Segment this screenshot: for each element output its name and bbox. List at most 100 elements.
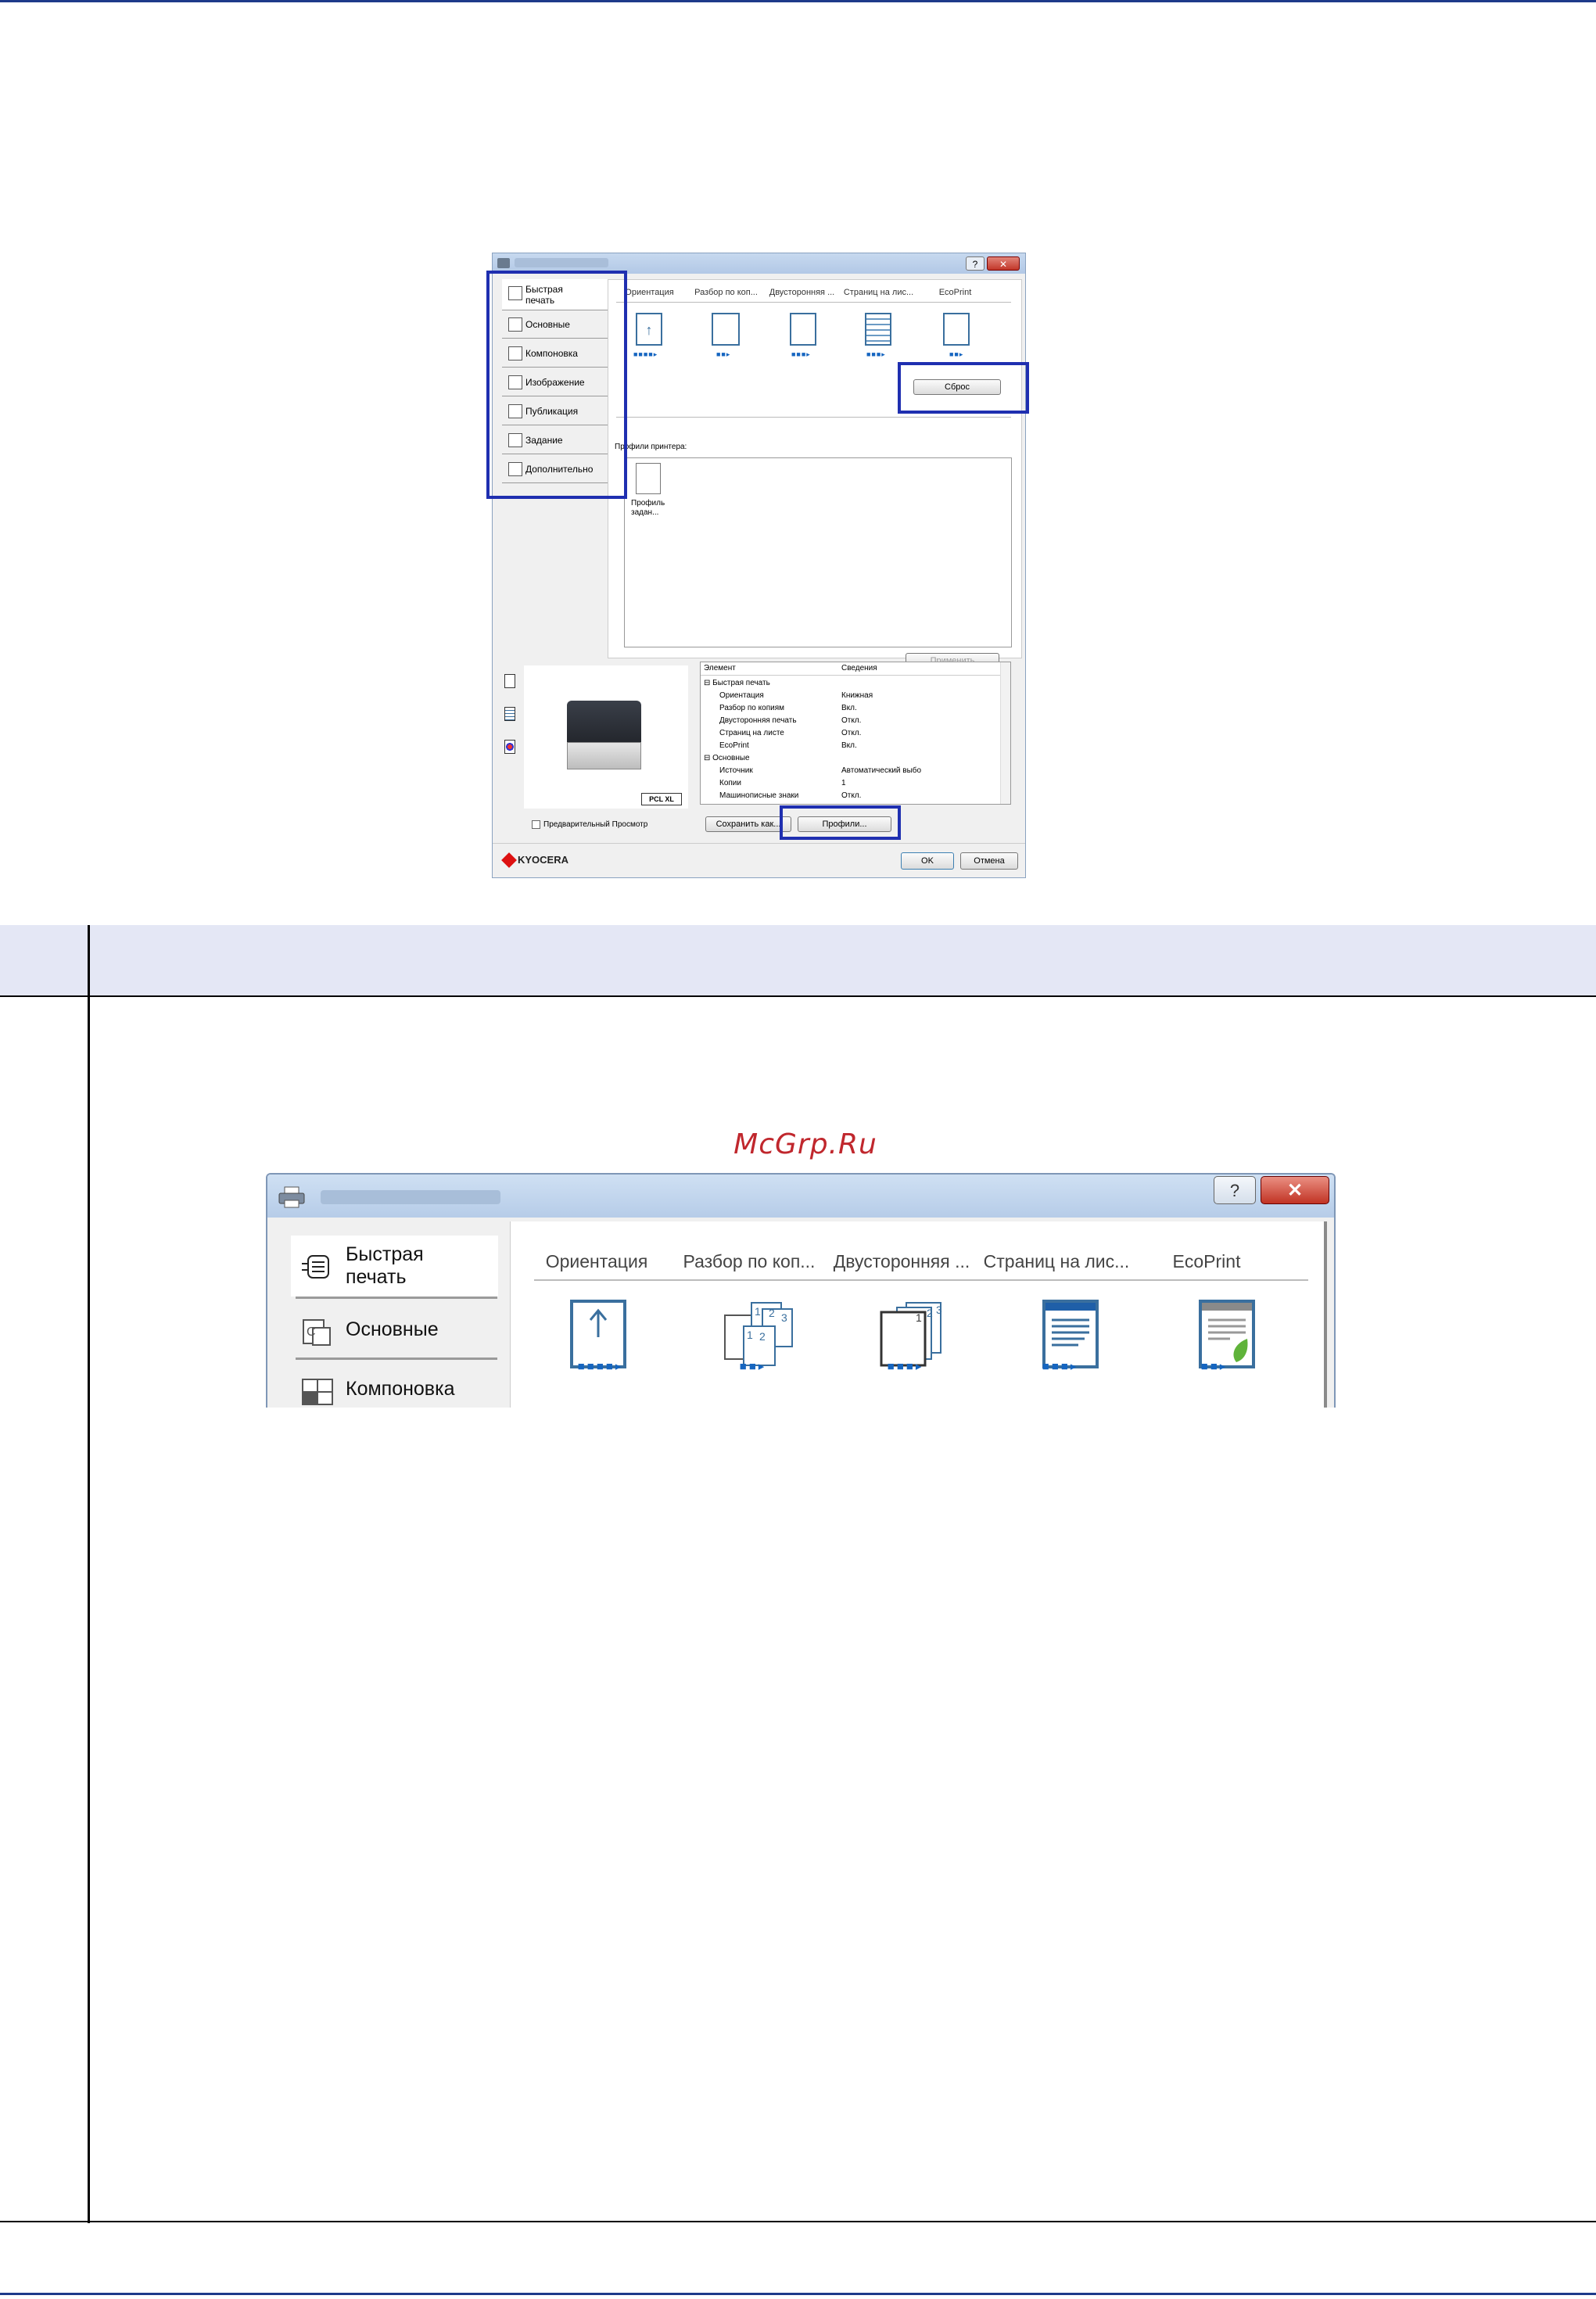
- footer-separator: [493, 843, 1025, 844]
- svg-text:1: 1: [747, 1329, 753, 1341]
- svg-text:1: 1: [755, 1305, 761, 1318]
- table-column-divider: [88, 925, 90, 2223]
- help-button[interactable]: ?: [966, 256, 984, 271]
- quick-print-icon: [302, 1255, 329, 1279]
- list-item-value: Откл.: [841, 791, 862, 800]
- title-bar: ? ✕: [267, 1175, 1334, 1218]
- duplex-icon[interactable]: [790, 313, 816, 346]
- sidebar-item-quick-print[interactable]: Быстрая печать: [291, 1236, 498, 1297]
- collate-selector-dots[interactable]: ■■▸: [675, 1359, 831, 1373]
- list-item-label[interactable]: ⊟ Основные: [704, 752, 750, 765]
- column-header-value[interactable]: Сведения: [841, 664, 877, 672]
- close-button[interactable]: ✕: [1261, 1176, 1329, 1204]
- sidebar-item-label: Компоновка: [346, 1377, 455, 1400]
- orientation-selector-dots[interactable]: ■■■■▸: [522, 1359, 679, 1373]
- window-title-blurred: [515, 258, 608, 267]
- list-item-label[interactable]: Машинописные знаки: [719, 790, 798, 802]
- list-item-value: Вкл.: [841, 704, 857, 712]
- tab-duplex[interactable]: Двусторонняя ...: [823, 1251, 980, 1272]
- page-view-icon[interactable]: [504, 707, 515, 721]
- tab-ecoprint[interactable]: EcoPrint: [1128, 1251, 1285, 1272]
- top-rule: [0, 0, 1596, 2]
- printer-profiles-list[interactable]: Профиль задан...: [624, 457, 1012, 647]
- profile-item-label[interactable]: Профиль задан...: [631, 499, 670, 518]
- pages-per-sheet-icon[interactable]: [865, 313, 891, 346]
- tab-collate[interactable]: Разбор по коп...: [689, 288, 763, 297]
- list-item-value: Книжная: [841, 691, 873, 700]
- list-item-label[interactable]: Источник: [719, 765, 753, 777]
- help-button[interactable]: ?: [1214, 1176, 1256, 1204]
- list-item-label[interactable]: EcoPrint: [719, 740, 749, 752]
- portrait-orientation-icon[interactable]: [570, 1300, 626, 1368]
- print-settings-dialog-zoomed: ? ✕ Быстрая печать C Основные Компоновка…: [266, 1173, 1336, 1408]
- tab-orientation[interactable]: Ориентация: [518, 1251, 675, 1272]
- printer-image-body: [567, 742, 641, 769]
- tab-pages-per-sheet[interactable]: Страниц на лис...: [841, 288, 916, 297]
- quick-print-panel: Ориентация Разбор по коп... Двусторонняя…: [608, 279, 1022, 669]
- tab-ecoprint[interactable]: EcoPrint: [918, 288, 992, 297]
- kyocera-logo-icon: [501, 852, 517, 868]
- kyocera-logo: KYOCERA: [501, 852, 568, 868]
- quick-print-panel: Ориентация Разбор по коп... Двусторонняя…: [510, 1221, 1327, 1408]
- preview-checkbox-row[interactable]: Предварительный Просмотр: [532, 820, 647, 829]
- preview-checkbox-label: Предварительный Просмотр: [543, 820, 648, 829]
- list-item-value: Автоматический выбо: [841, 766, 922, 775]
- ok-button[interactable]: OK: [901, 852, 954, 870]
- list-item-value: 1: [841, 779, 846, 787]
- duplex-icon[interactable]: 1 2 3: [878, 1300, 949, 1368]
- svg-text:3: 3: [936, 1304, 942, 1316]
- svg-text:3: 3: [781, 1311, 787, 1324]
- sidebar-item-layout[interactable]: Компоновка: [291, 1361, 498, 1408]
- ecoprint-selector-dots[interactable]: ■■▸: [949, 350, 963, 359]
- printer-view-icon[interactable]: [504, 674, 515, 688]
- pages-per-sheet-icon[interactable]: [1042, 1300, 1099, 1368]
- pdl-badge: PCL XL: [641, 793, 682, 805]
- basic-icon: C: [303, 1319, 331, 1346]
- close-button[interactable]: ✕: [987, 256, 1020, 271]
- list-item-label[interactable]: Ориентация: [719, 690, 764, 702]
- list-item-label[interactable]: Двусторонняя печать: [719, 715, 797, 727]
- portrait-orientation-icon[interactable]: ↑: [636, 313, 662, 346]
- svg-text:2: 2: [769, 1307, 775, 1319]
- pps-selector-dots[interactable]: ■■■▸: [982, 1359, 1139, 1373]
- printer-image-top: [567, 701, 641, 744]
- pps-selector-dots[interactable]: ■■■▸: [866, 350, 886, 359]
- collate-selector-dots[interactable]: ■■▸: [716, 350, 730, 359]
- list-scrollbar[interactable]: [1000, 662, 1010, 804]
- color-view-icon[interactable]: [504, 740, 515, 754]
- preview-checkbox[interactable]: [532, 820, 540, 829]
- collate-icon[interactable]: [712, 313, 740, 346]
- duplex-selector-dots[interactable]: ■■■▸: [791, 350, 811, 359]
- ecoprint-icon[interactable]: [1199, 1300, 1255, 1368]
- svg-text:2: 2: [927, 1307, 933, 1319]
- list-item-value: Вкл.: [841, 741, 857, 750]
- svg-text:C: C: [307, 1325, 316, 1339]
- preview-side-tabs: [502, 668, 518, 762]
- list-item-label[interactable]: Копии: [719, 777, 741, 790]
- collate-icon[interactable]: 1 2 3 1 2: [720, 1300, 798, 1368]
- settings-summary-list[interactable]: Элемент Сведения ⊟ Быстрая печать Ориента…: [700, 662, 1011, 805]
- list-item-label[interactable]: Разбор по копиям: [719, 702, 784, 715]
- tab-pages-per-sheet[interactable]: Страниц на лис...: [978, 1251, 1135, 1272]
- list-item-label[interactable]: ⊟ Быстрая печать: [704, 677, 770, 690]
- column-header-item[interactable]: Элемент: [704, 664, 736, 672]
- profile-page-icon[interactable]: [636, 463, 661, 494]
- orientation-selector-dots[interactable]: ■■■■▸: [633, 350, 658, 359]
- sidebar-item-label: Быстрая печать: [346, 1243, 424, 1288]
- section-separator: [616, 417, 1011, 418]
- list-item-value: Откл.: [841, 729, 862, 737]
- list-item-label[interactable]: Страниц на листе: [719, 727, 784, 740]
- save-as-button[interactable]: Сохранить как...: [705, 816, 791, 832]
- table-bottom-border: [0, 2221, 1596, 2222]
- printer-preview: PCL XL: [524, 665, 688, 809]
- ecoprint-selector-dots[interactable]: ■■▸: [1136, 1359, 1293, 1373]
- nav-divider: [296, 1358, 497, 1360]
- duplex-selector-dots[interactable]: ■■■▸: [827, 1359, 984, 1373]
- ecoprint-icon[interactable]: [943, 313, 970, 346]
- tab-duplex[interactable]: Двусторонняя ...: [765, 288, 839, 297]
- list-header: Элемент Сведения: [701, 662, 1010, 676]
- sidebar-item-basic[interactable]: C Основные: [291, 1301, 498, 1358]
- cancel-button[interactable]: Отмена: [960, 852, 1018, 870]
- tab-collate[interactable]: Разбор по коп...: [671, 1251, 827, 1272]
- svg-text:2: 2: [759, 1330, 766, 1343]
